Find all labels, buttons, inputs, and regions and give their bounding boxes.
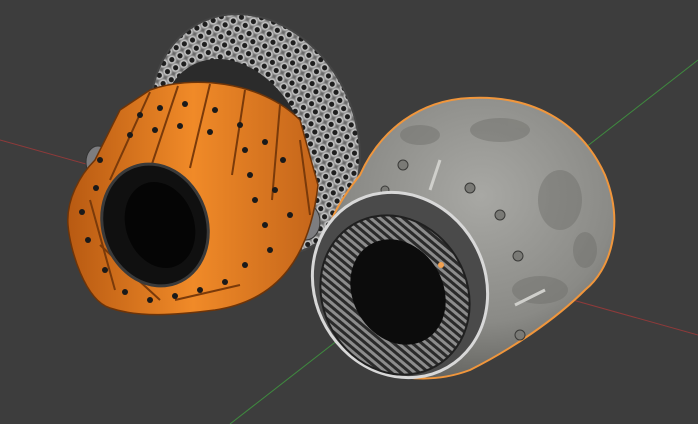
3d-viewport[interactable] [0,0,698,424]
object-origin-dot [438,262,444,268]
viewport-canvas [0,13,698,424]
